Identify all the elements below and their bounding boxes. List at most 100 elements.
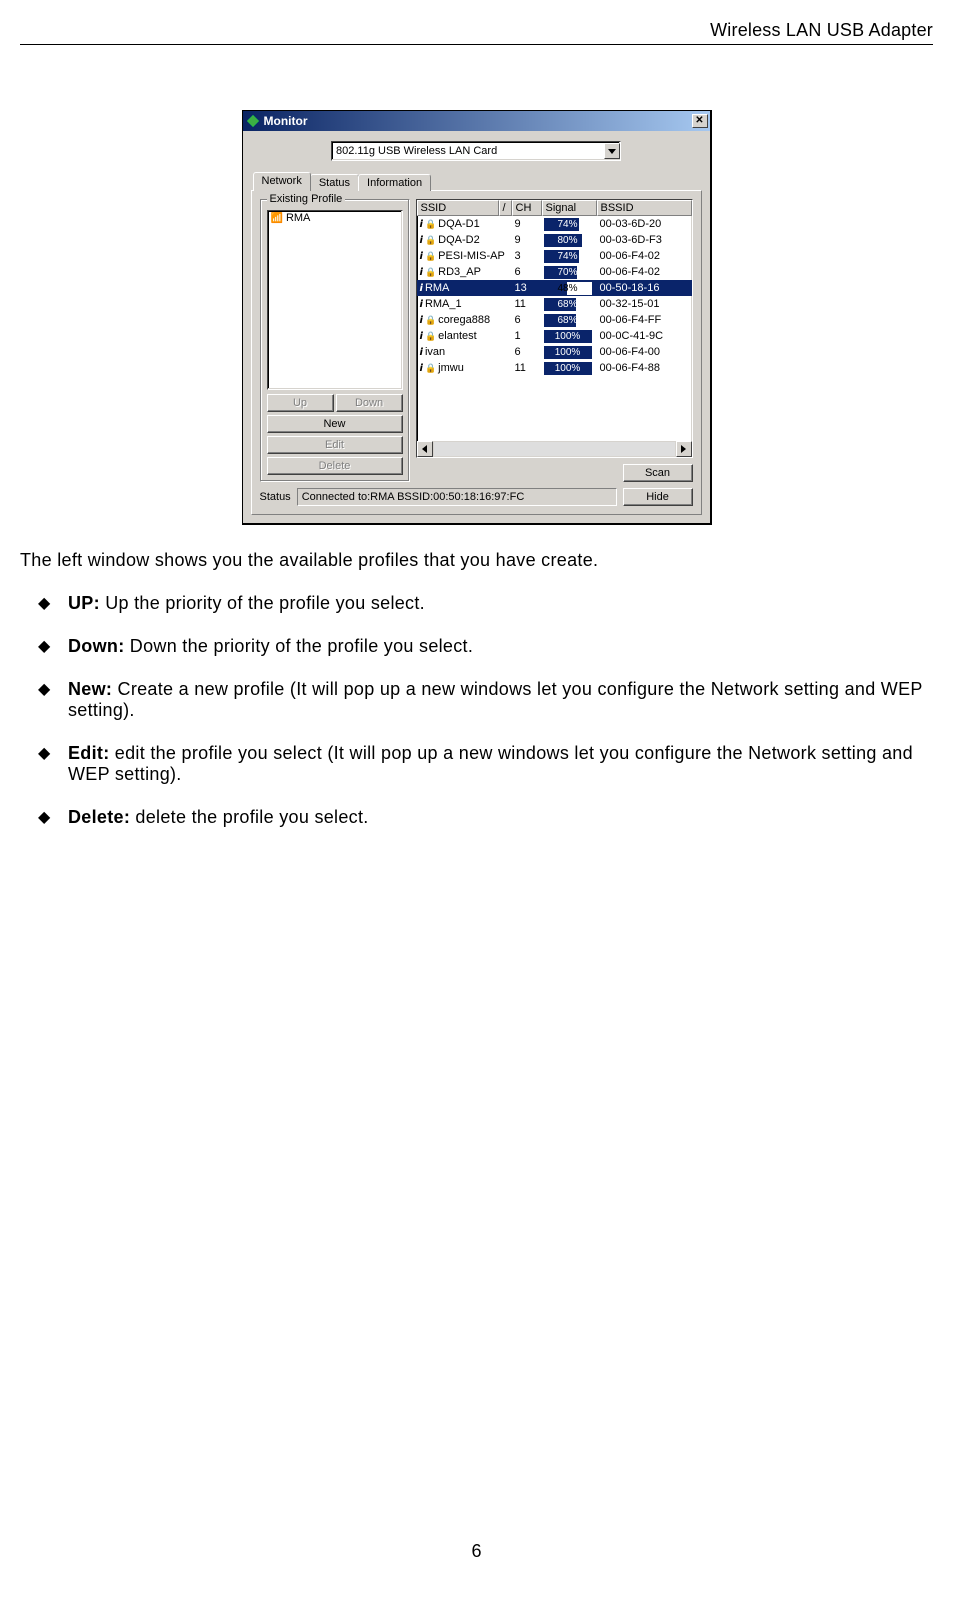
- signal-bar: 74%: [544, 218, 592, 231]
- network-listview[interactable]: SSID / CH Signal BSSID 𝙞🔒DQA-D1974%00-03…: [416, 199, 693, 458]
- close-button[interactable]: ✕: [692, 114, 708, 128]
- scroll-right-button[interactable]: [676, 441, 692, 457]
- profile-icon: 📶: [271, 213, 283, 224]
- app-icon: [246, 114, 260, 128]
- col-sort[interactable]: /: [499, 200, 512, 216]
- signal-text: 68%: [544, 298, 592, 311]
- cell-signal: 74%: [542, 250, 597, 263]
- cell-signal: 68%: [542, 314, 597, 327]
- tab-network[interactable]: Network: [253, 172, 311, 191]
- signal-text: 100%: [544, 362, 592, 375]
- tabstrip: Network Status Information: [253, 172, 702, 191]
- scroll-track[interactable]: [433, 441, 676, 457]
- cell-bssid: 00-06-F4-88: [597, 362, 682, 374]
- tab-panel: Existing Profile 📶 RMA Up Down: [251, 190, 702, 515]
- antenna-icon: 𝙞: [420, 219, 423, 230]
- tab-information[interactable]: Information: [358, 174, 431, 191]
- bullet-term: Down:: [68, 636, 124, 656]
- bullet-desc: Create a new profile (It will pop up a n…: [68, 679, 922, 720]
- scroll-left-button[interactable]: [417, 441, 433, 457]
- signal-bar: 100%: [544, 362, 592, 375]
- group-legend: Existing Profile: [267, 193, 346, 205]
- table-row[interactable]: 𝙞🔒elantest1100%00-0C-41-9C: [417, 328, 692, 344]
- down-button[interactable]: Down: [336, 394, 403, 412]
- bullet-term: UP:: [68, 593, 100, 613]
- antenna-icon: 𝙞: [420, 283, 423, 294]
- cell-signal: 48%: [542, 282, 597, 295]
- hide-button[interactable]: Hide: [623, 488, 693, 506]
- page-header-title: Wireless LAN USB Adapter: [20, 20, 933, 44]
- triangle-left-icon: [422, 445, 427, 453]
- profile-item[interactable]: 📶 RMA: [269, 212, 401, 224]
- signal-bar: 100%: [544, 346, 592, 359]
- cell-ssid: 𝙞🔒corega888: [417, 314, 512, 326]
- delete-button[interactable]: Delete: [267, 457, 403, 475]
- profile-list[interactable]: 📶 RMA: [267, 210, 403, 390]
- antenna-icon: 𝙞: [420, 235, 423, 246]
- col-bssid[interactable]: BSSID: [597, 200, 692, 216]
- cell-signal: 100%: [542, 346, 597, 359]
- ssid-text: corega888: [438, 314, 490, 326]
- table-row[interactable]: 𝙞🔒jmwu11100% 00-06-F4-88: [417, 360, 692, 376]
- scan-button[interactable]: Scan: [623, 464, 693, 482]
- profile-item-label: RMA: [286, 212, 310, 224]
- page-header-rule: [20, 44, 933, 45]
- edit-button[interactable]: Edit: [267, 436, 403, 454]
- ssid-text: jmwu: [438, 362, 464, 374]
- tab-status[interactable]: Status: [310, 174, 359, 191]
- antenna-icon: 𝙞: [420, 315, 423, 326]
- new-button[interactable]: New: [267, 415, 403, 433]
- table-row[interactable]: 𝙞ivan6100%00-06-F4-00: [417, 344, 692, 360]
- table-row[interactable]: 𝙞🔒PESI-MIS-AP374%00-06-F4-02: [417, 248, 692, 264]
- col-ch[interactable]: CH: [512, 200, 542, 216]
- cell-ch: 11: [512, 298, 542, 310]
- cell-ssid: 𝙞RMA: [417, 282, 512, 294]
- table-row[interactable]: 𝙞RMA_11168%00-32-15-01: [417, 296, 692, 312]
- cell-ch: 9: [512, 218, 542, 230]
- table-row[interactable]: 𝙞🔒RD3_AP670%00-06-F4-02: [417, 264, 692, 280]
- signal-text: 48%: [544, 282, 592, 295]
- col-signal[interactable]: Signal: [542, 200, 597, 216]
- cell-bssid: 00-03-6D-F3: [597, 234, 682, 246]
- cell-ssid: 𝙞🔒RD3_AP: [417, 266, 512, 278]
- cell-ch: 6: [512, 346, 542, 358]
- cell-ssid: 𝙞🔒DQA-D2: [417, 234, 512, 246]
- cell-signal: 68%: [542, 298, 597, 311]
- horizontal-scrollbar[interactable]: [417, 441, 692, 457]
- bullet-desc: Down the priority of the profile you sel…: [124, 636, 473, 656]
- existing-profile-group: Existing Profile 📶 RMA Up Down: [260, 199, 410, 482]
- combo-dropdown-button[interactable]: [604, 143, 620, 159]
- cell-ch: 3: [512, 250, 542, 262]
- cell-ch: 11: [512, 362, 542, 374]
- cell-ssid: 𝙞🔒DQA-D1: [417, 218, 512, 230]
- bullet-term: Delete:: [68, 807, 130, 827]
- bullet-item: Delete: delete the profile you select.: [38, 807, 933, 850]
- table-row[interactable]: 𝙞🔒corega888668%00-06-F4-FF: [417, 312, 692, 328]
- cell-bssid: 00-50-18-16: [597, 282, 682, 294]
- ssid-text: DQA-D1: [438, 218, 480, 230]
- signal-text: 70%: [544, 266, 592, 279]
- window-title: Monitor: [264, 114, 308, 128]
- up-button[interactable]: Up: [267, 394, 334, 412]
- cell-ssid: 𝙞🔒jmwu: [417, 362, 512, 374]
- ssid-text: RMA: [425, 282, 449, 294]
- antenna-icon: 𝙞: [420, 267, 423, 278]
- cell-bssid: 00-32-15-01: [597, 298, 682, 310]
- col-ssid[interactable]: SSID: [417, 200, 499, 216]
- signal-text: 74%: [544, 218, 592, 231]
- lock-icon: 🔒: [425, 363, 436, 374]
- bullet-item: New: Create a new profile (It will pop u…: [38, 679, 933, 743]
- cell-ch: 13: [512, 282, 542, 294]
- status-text: Connected to:RMA BSSID:00:50:18:16:97:FC: [297, 488, 617, 506]
- table-row[interactable]: 𝙞🔒DQA-D1974%00-03-6D-20: [417, 216, 692, 232]
- cell-ch: 9: [512, 234, 542, 246]
- ssid-text: RMA_1: [425, 298, 462, 310]
- table-row[interactable]: 𝙞🔒DQA-D2980% 00-03-6D-F3: [417, 232, 692, 248]
- bullet-item: Down: Down the priority of the profile y…: [38, 636, 933, 679]
- bullet-term: Edit:: [68, 743, 110, 763]
- intro-paragraph: The left window shows you the available …: [20, 550, 933, 571]
- cell-ch: 6: [512, 314, 542, 326]
- signal-text: 80%: [544, 234, 592, 247]
- adapter-combo[interactable]: 802.11g USB Wireless LAN Card: [331, 141, 621, 161]
- table-row[interactable]: 𝙞RMA1348%00-50-18-16: [417, 280, 692, 296]
